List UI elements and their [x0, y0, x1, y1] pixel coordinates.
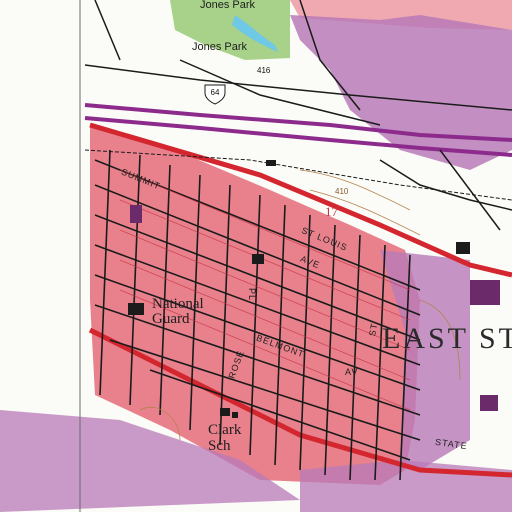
- clark-school-building: [220, 408, 230, 416]
- contour-410-label: 410: [335, 187, 349, 196]
- clark-label: Clark: [208, 422, 242, 438]
- east-st-label: EAST ST: [382, 322, 512, 355]
- route-17-label: 17: [325, 204, 338, 219]
- national-label: National: [152, 296, 204, 312]
- route-64-label: 64: [210, 88, 220, 97]
- av-label: AV: [345, 367, 359, 377]
- guard-label: Guard: [152, 311, 190, 327]
- topographic-map: Jones Park Jones Park 416 64 SUMMIT ST L…: [0, 0, 512, 512]
- jones-park-label: Jones Park: [192, 41, 248, 53]
- church-building: [252, 254, 264, 264]
- route-416-label: 416: [257, 66, 271, 75]
- national-guard-building: [128, 303, 144, 315]
- sch-label: Sch: [208, 438, 231, 454]
- jones-park-label-top: Jones Park: [200, 0, 256, 11]
- pl-label: PL: [247, 287, 258, 302]
- map-canvas: [0, 0, 512, 512]
